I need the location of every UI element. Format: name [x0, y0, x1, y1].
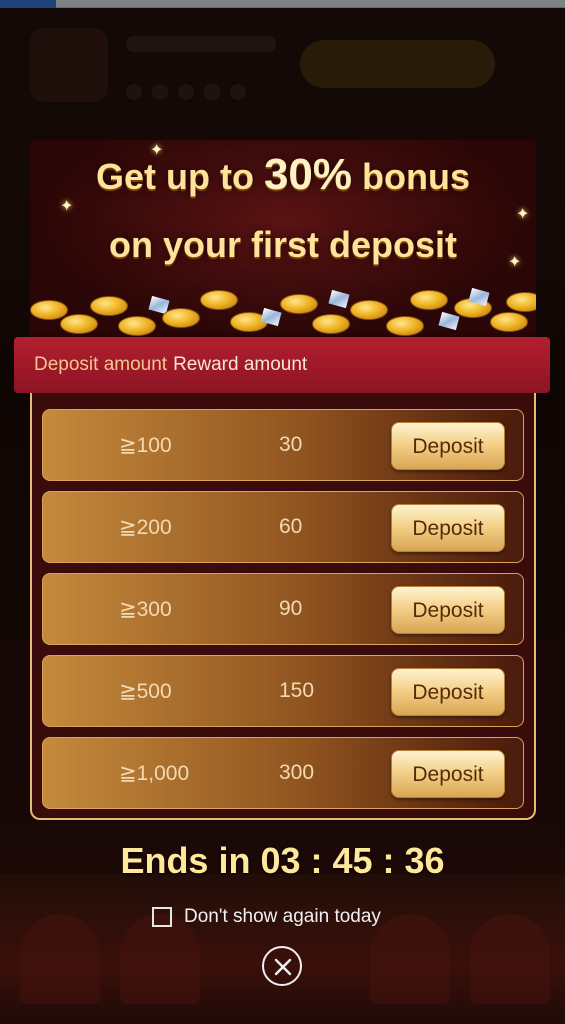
countdown-timer: Ends in 03 : 45 : 36: [120, 840, 445, 881]
promo-title-line1: Get up to 30% bonus: [30, 150, 536, 200]
promo-title-prefix: Get up to: [95, 156, 254, 197]
close-icon: [274, 958, 292, 976]
deposit-threshold: ≧1,000: [119, 761, 190, 785]
table-row: ≧200 60 Deposit: [42, 491, 524, 563]
deposit-button[interactable]: Deposit: [391, 504, 505, 552]
deposit-threshold: ≧200: [119, 515, 172, 539]
table-row: ≧100 30 Deposit: [42, 409, 524, 481]
deposit-button[interactable]: Deposit: [391, 586, 505, 634]
table-row: ≧500 150 Deposit: [42, 655, 524, 727]
promo-banner: ✦ ✦ ✦ ✦ Get up to 30% bonus on your firs…: [30, 140, 536, 340]
checkbox-icon[interactable]: [152, 907, 172, 927]
deposit-button[interactable]: Deposit: [391, 668, 505, 716]
header-reward-amount: Reward amount: [173, 354, 308, 375]
header-deposit-amount: Deposit amount: [34, 354, 168, 375]
deposit-button[interactable]: Deposit: [391, 422, 505, 470]
promo-title-suffix: bonus: [362, 156, 471, 197]
reward-value: 300: [279, 761, 315, 784]
reward-table: ≧100 30 Deposit ≧200 60 Deposit ≧300 90 …: [30, 393, 536, 820]
first-deposit-bonus-modal: ✦ ✦ ✦ ✦ Get up to 30% bonus on your firs…: [0, 0, 565, 1024]
reward-value: 60: [279, 515, 303, 538]
deposit-threshold: ≧500: [119, 679, 172, 703]
table-row: ≧300 90 Deposit: [42, 573, 524, 645]
promo-title-highlight: 30%: [263, 150, 353, 199]
deposit-threshold: ≧300: [119, 597, 172, 621]
deposit-button[interactable]: Deposit: [391, 750, 505, 798]
dont-show-again-label: Don't show again today: [184, 906, 381, 927]
reward-value: 150: [279, 679, 315, 702]
promo-title-line2: on your first deposit: [108, 224, 457, 265]
reward-value: 90: [279, 597, 303, 620]
table-row: ≧1,000 300 Deposit: [42, 737, 524, 809]
reward-value: 30: [279, 433, 303, 456]
deposit-threshold: ≧100: [119, 433, 172, 457]
reward-table-header: Deposit amount Reward amount: [14, 337, 550, 393]
close-button[interactable]: [262, 946, 302, 986]
dont-show-again-toggle[interactable]: Don't show again today: [152, 906, 381, 928]
sparkle-icon: ✦: [516, 206, 530, 223]
coin-pile-image: [30, 284, 536, 340]
